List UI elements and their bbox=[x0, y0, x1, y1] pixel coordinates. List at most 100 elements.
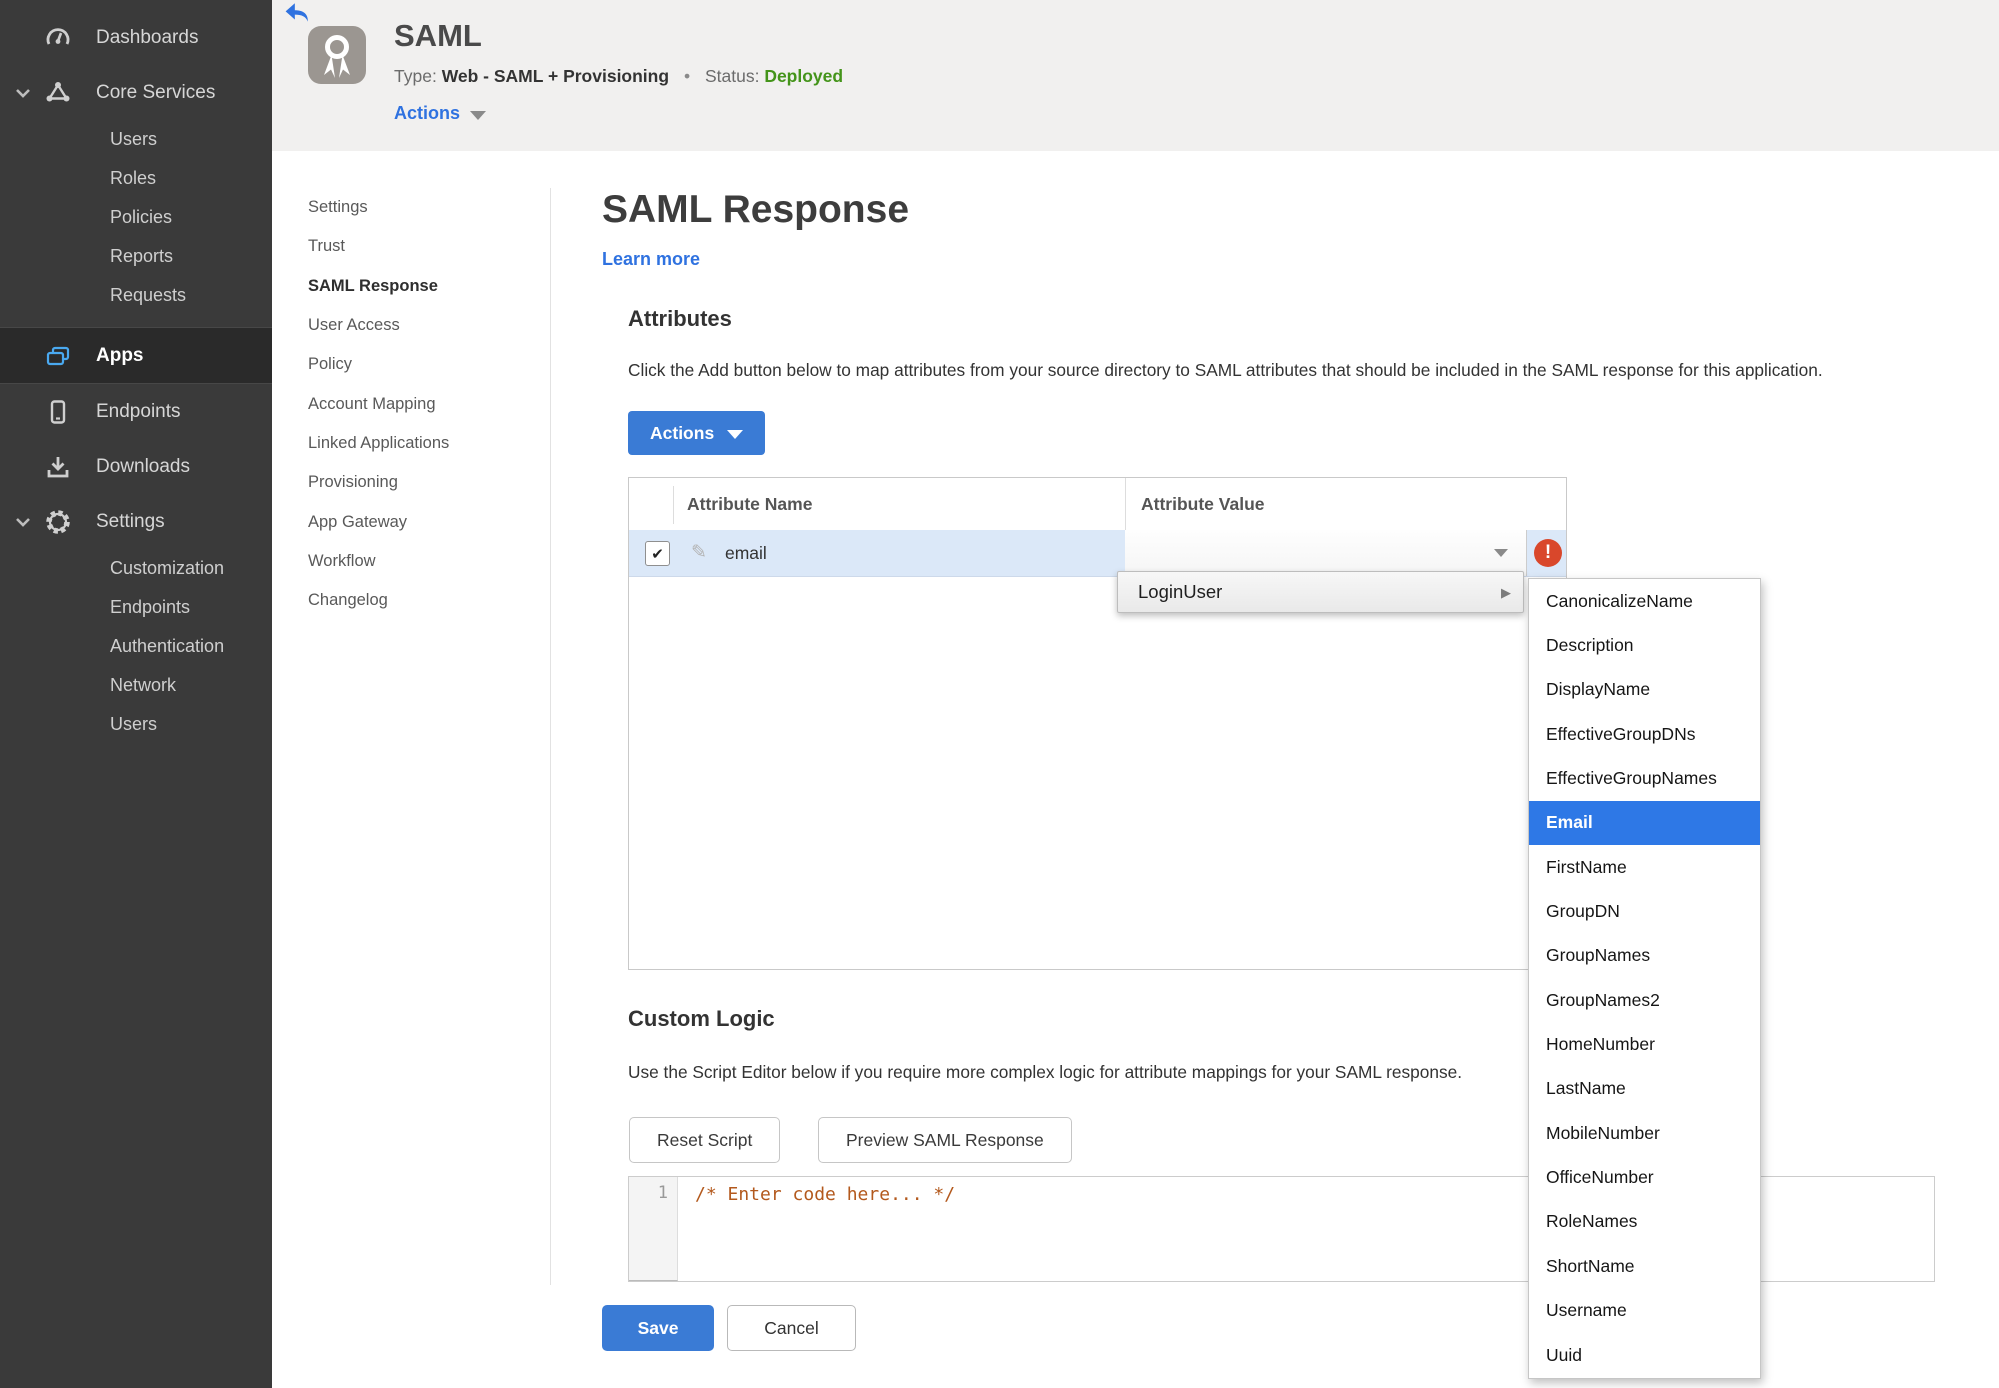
tab-user-access[interactable]: User Access bbox=[308, 306, 518, 345]
sidebar-item-label: Downloads bbox=[96, 455, 190, 477]
editor-code-line[interactable]: /* Enter code here... */ bbox=[695, 1184, 955, 1205]
download-icon bbox=[44, 453, 72, 481]
section-title: SAML Response bbox=[602, 188, 910, 231]
menu-item-description[interactable]: Description bbox=[1529, 623, 1760, 667]
editor-line-number-gutter: 1 bbox=[629, 1177, 678, 1281]
menu-item-homenumber[interactable]: HomeNumber bbox=[1529, 1022, 1760, 1066]
menu-item-rolenames[interactable]: RoleNames bbox=[1529, 1200, 1760, 1244]
sidebar-item-core-services[interactable]: Core Services bbox=[0, 65, 272, 120]
sidebar-item-label: Endpoints bbox=[96, 400, 181, 422]
menu-item-username[interactable]: Username bbox=[1529, 1289, 1760, 1333]
attribute-submenu: CanonicalizeName Description DisplayName… bbox=[1528, 578, 1761, 1379]
sidebar-item-customization[interactable]: Customization bbox=[0, 549, 272, 588]
save-button[interactable]: Save bbox=[602, 1305, 714, 1351]
menu-item-effectivegroupnames[interactable]: EffectiveGroupNames bbox=[1529, 756, 1760, 800]
sidebar-item-requests[interactable]: Requests bbox=[0, 276, 272, 315]
tab-account-mapping[interactable]: Account Mapping bbox=[308, 384, 518, 423]
menu-item-firstname[interactable]: FirstName bbox=[1529, 845, 1760, 889]
chevron-down-icon bbox=[470, 110, 487, 120]
attributes-actions-button[interactable]: Actions bbox=[628, 411, 766, 455]
column-divider bbox=[673, 486, 674, 524]
tab-linked-applications[interactable]: Linked Applications bbox=[308, 424, 518, 463]
sidebar-item-endpoints[interactable]: Endpoints bbox=[0, 384, 272, 439]
mobile-device-icon bbox=[44, 398, 72, 426]
chevron-down-icon bbox=[1494, 549, 1508, 557]
attributes-heading: Attributes bbox=[628, 306, 732, 331]
line-number: 1 bbox=[657, 1183, 668, 1203]
sidebar-item-apps[interactable]: Apps bbox=[0, 327, 272, 384]
app-section-nav: Settings Trust SAML Response User Access… bbox=[308, 188, 518, 620]
tab-settings[interactable]: Settings bbox=[308, 188, 518, 227]
value-source-menu-loginuser[interactable]: LoginUser ▶ bbox=[1117, 571, 1524, 613]
menu-item-groupnames[interactable]: GroupNames bbox=[1529, 934, 1760, 978]
reset-script-button[interactable]: Reset Script bbox=[629, 1117, 781, 1163]
preview-saml-response-button[interactable]: Preview SAML Response bbox=[818, 1117, 1072, 1163]
column-header-attribute-value: Attribute Value bbox=[1141, 493, 1265, 514]
sidebar-item-dashboards[interactable]: Dashboards bbox=[0, 10, 272, 65]
app-header: SAML Type: Web - SAML + Provisioning • S… bbox=[272, 0, 1999, 151]
gear-icon bbox=[44, 508, 72, 536]
check-icon: ✔ bbox=[651, 545, 664, 563]
menu-item-displayname[interactable]: DisplayName bbox=[1529, 668, 1760, 712]
sidebar-item-downloads[interactable]: Downloads bbox=[0, 439, 272, 494]
gauge-icon bbox=[44, 24, 72, 52]
column-header-attribute-name: Attribute Name bbox=[687, 493, 813, 514]
chevron-down-icon[interactable] bbox=[12, 511, 34, 533]
content-divider bbox=[550, 188, 551, 1285]
tab-changelog[interactable]: Changelog bbox=[308, 581, 518, 620]
chevron-down-icon bbox=[727, 429, 744, 439]
attribute-name-cell: email bbox=[725, 542, 767, 563]
table-row[interactable]: ✔ ✎ email ! bbox=[629, 530, 1566, 577]
menu-item-shortname[interactable]: ShortName bbox=[1529, 1244, 1760, 1288]
sidebar-item-users[interactable]: Users bbox=[0, 120, 272, 159]
sidebar-item-label: Apps bbox=[96, 344, 144, 366]
menu-item-groupdn[interactable]: GroupDN bbox=[1529, 889, 1760, 933]
header-actions-menu[interactable]: Actions bbox=[394, 103, 487, 124]
status-label: Status: bbox=[704, 66, 760, 86]
sidebar-item-network[interactable]: Network bbox=[0, 666, 272, 705]
chevron-down-icon[interactable] bbox=[12, 82, 34, 104]
submenu-arrow-icon: ▶ bbox=[1501, 585, 1511, 600]
menu-item-lastname[interactable]: LastName bbox=[1529, 1067, 1760, 1111]
tab-saml-response[interactable]: SAML Response bbox=[308, 267, 518, 306]
menu-item-groupnames2[interactable]: GroupNames2 bbox=[1529, 978, 1760, 1022]
type-label: Type: bbox=[394, 66, 437, 86]
menu-item-effectivegroupdns[interactable]: EffectiveGroupDNs bbox=[1529, 712, 1760, 756]
table-header-row: Attribute Name Attribute Value bbox=[629, 478, 1566, 531]
sidebar-item-roles[interactable]: Roles bbox=[0, 159, 272, 198]
attribute-value-dropdown[interactable] bbox=[1125, 530, 1527, 576]
tab-provisioning[interactable]: Provisioning bbox=[308, 463, 518, 502]
type-value: Web - SAML + Provisioning bbox=[441, 66, 670, 86]
tab-app-gateway[interactable]: App Gateway bbox=[308, 502, 518, 541]
sidebar-item-label: Settings bbox=[96, 510, 165, 532]
app-meta-line: Type: Web - SAML + Provisioning • Status… bbox=[394, 66, 843, 87]
menu-item-uuid[interactable]: Uuid bbox=[1529, 1333, 1760, 1377]
row-checkbox[interactable]: ✔ bbox=[645, 541, 670, 566]
sidebar-item-settings[interactable]: Settings bbox=[0, 494, 272, 549]
tab-policy[interactable]: Policy bbox=[308, 345, 518, 384]
sidebar-item-authentication[interactable]: Authentication bbox=[0, 627, 272, 666]
sidebar-item-label: Dashboards bbox=[96, 26, 199, 48]
core-services-icon bbox=[44, 79, 72, 107]
learn-more-link[interactable]: Learn more bbox=[602, 249, 700, 270]
custom-logic-heading: Custom Logic bbox=[628, 1006, 775, 1031]
sidebar-item-reports[interactable]: Reports bbox=[0, 237, 272, 276]
cancel-button[interactable]: Cancel bbox=[727, 1305, 856, 1351]
value-menu-label: LoginUser bbox=[1138, 581, 1223, 602]
back-arrow-icon[interactable] bbox=[284, 2, 310, 26]
main-sidebar: Dashboards Core Services Users Roles Pol… bbox=[0, 0, 272, 1388]
menu-item-mobilenumber[interactable]: MobileNumber bbox=[1529, 1111, 1760, 1155]
status-badge: Deployed bbox=[764, 66, 844, 86]
sidebar-item-label: Core Services bbox=[96, 81, 216, 103]
sidebar-item-policies[interactable]: Policies bbox=[0, 198, 272, 237]
menu-item-email[interactable]: Email bbox=[1529, 800, 1760, 846]
menu-item-officenumber[interactable]: OfficeNumber bbox=[1529, 1155, 1760, 1199]
tab-workflow[interactable]: Workflow bbox=[308, 542, 518, 581]
tab-trust[interactable]: Trust bbox=[308, 227, 518, 266]
sidebar-item-settings-users[interactable]: Users bbox=[0, 705, 272, 744]
apps-icon bbox=[44, 342, 72, 370]
sidebar-item-settings-endpoints[interactable]: Endpoints bbox=[0, 588, 272, 627]
app-root: Dashboards Core Services Users Roles Pol… bbox=[0, 0, 1999, 1388]
custom-logic-description: Use the Script Editor below if you requi… bbox=[628, 1062, 1463, 1082]
menu-item-canonicalizename[interactable]: CanonicalizeName bbox=[1529, 579, 1760, 623]
